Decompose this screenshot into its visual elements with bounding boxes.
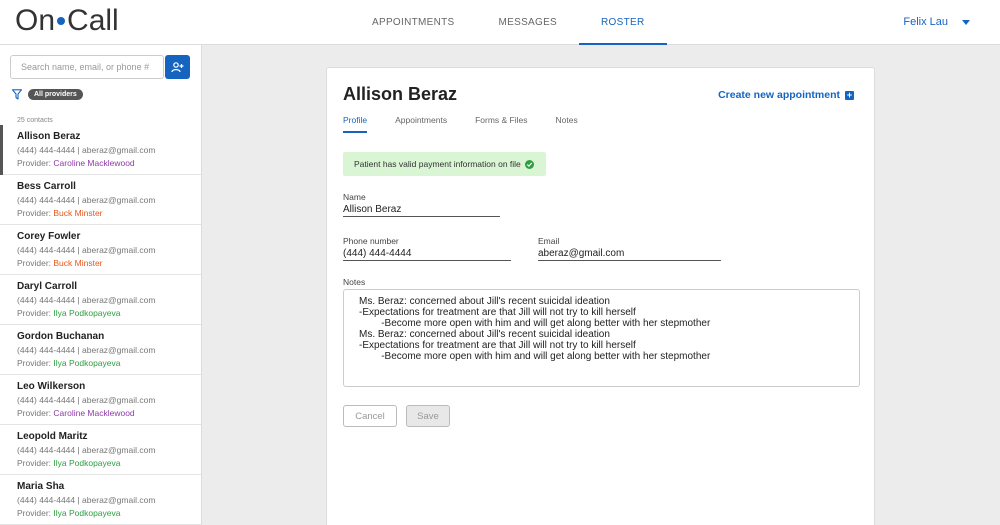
- contact-provider: Provider: Ilya Podkopayeva: [17, 457, 201, 469]
- save-button[interactable]: Save: [406, 405, 450, 427]
- contact-provider: Provider: Buck Minster: [17, 207, 201, 219]
- contact-provider: Provider: Buck Minster: [17, 257, 201, 269]
- add-contact-button[interactable]: [165, 55, 190, 79]
- contact-provider: Provider: Ilya Podkopayeva: [17, 307, 201, 319]
- contact-info: (444) 444-4444 | aberaz@gmail.com: [17, 295, 156, 305]
- provider-prefix: Provider:: [17, 158, 52, 168]
- contacts-sidebar: All providers 25 contacts Allison Beraz (…: [0, 45, 202, 525]
- contact-name: Leopold Maritz: [17, 431, 88, 442]
- contact-list-item[interactable]: Maria Sha (444) 444-4444 | aberaz@gmail.c…: [0, 475, 201, 525]
- contact-info: (444) 444-4444 | aberaz@gmail.com: [17, 145, 156, 155]
- contact-name: Corey Fowler: [17, 231, 81, 242]
- filter-icon[interactable]: [12, 89, 22, 100]
- contact-info: (444) 444-4444 | aberaz@gmail.com: [17, 445, 156, 455]
- contact-provider: Provider: Caroline Macklewood: [17, 157, 201, 169]
- contact-list-item[interactable]: Corey Fowler (444) 444-4444 | aberaz@gmai…: [0, 225, 201, 275]
- provider-name: Caroline Macklewood: [53, 408, 135, 418]
- nav-tab-messages[interactable]: MESSAGES: [477, 0, 580, 45]
- contact-provider: Provider: Ilya Podkopayeva: [17, 507, 201, 519]
- filter-row: All providers: [12, 89, 83, 100]
- contact-list-item[interactable]: Bess Carroll (444) 444-4444 | aberaz@gmai…: [0, 175, 201, 225]
- payment-status-alert: Patient has valid payment information on…: [343, 152, 546, 176]
- create-appointment-label: Create new appointment: [718, 89, 840, 101]
- check-circle-icon: [524, 159, 534, 169]
- provider-name: Ilya Podkopayeva: [53, 308, 121, 318]
- patient-profile-card: Allison Beraz Create new appointment + P…: [326, 67, 875, 525]
- logo-dot-icon: [57, 17, 66, 25]
- main-nav: APPOINTMENTS MESSAGES ROSTER: [350, 0, 667, 45]
- nav-tab-appointments[interactable]: APPOINTMENTS: [350, 0, 477, 45]
- cancel-button[interactable]: Cancel: [343, 405, 397, 427]
- contact-info: (444) 444-4444 | aberaz@gmail.com: [17, 245, 156, 255]
- tab-notes[interactable]: Notes: [556, 115, 578, 133]
- phone-field[interactable]: (444) 444-4444: [343, 248, 511, 261]
- provider-name: Buck Minster: [53, 208, 103, 218]
- phone-label: Phone number: [343, 236, 399, 246]
- name-label: Name: [343, 192, 366, 202]
- provider-prefix: Provider:: [17, 358, 52, 368]
- contact-info: (444) 444-4444 | aberaz@gmail.com: [17, 495, 156, 505]
- contact-list-item[interactable]: Daryl Carroll (444) 444-4444 | aberaz@gma…: [0, 275, 201, 325]
- nav-tab-roster[interactable]: ROSTER: [579, 0, 667, 45]
- search-bar: [10, 55, 190, 79]
- logo-text-left: On: [15, 4, 56, 37]
- contact-name: Daryl Carroll: [17, 281, 78, 292]
- provider-prefix: Provider:: [17, 208, 52, 218]
- provider-name: Ilya Podkopayeva: [53, 458, 121, 468]
- email-label: Email: [538, 236, 560, 246]
- user-menu[interactable]: Felix Lau: [903, 0, 970, 45]
- provider-filter-badge[interactable]: All providers: [28, 89, 83, 100]
- contact-name: Maria Sha: [17, 481, 65, 492]
- top-bar: On Call APPOINTMENTS MESSAGES ROSTER Feli…: [0, 0, 1000, 45]
- provider-prefix: Provider:: [17, 308, 52, 318]
- contact-info: (444) 444-4444 | aberaz@gmail.com: [17, 395, 156, 405]
- add-user-icon: [171, 61, 184, 72]
- contact-name: Leo Wilkerson: [17, 381, 86, 392]
- contact-name: Gordon Buchanan: [17, 331, 105, 342]
- tab-appointments[interactable]: Appointments: [395, 115, 447, 133]
- name-field[interactable]: Allison Beraz: [343, 204, 500, 217]
- contact-info: (444) 444-4444 | aberaz@gmail.com: [17, 345, 156, 355]
- contact-provider: Provider: Ilya Podkopayeva: [17, 357, 201, 369]
- provider-prefix: Provider:: [17, 258, 52, 268]
- contact-list: Allison Beraz (444) 444-4444 | aberaz@gma…: [0, 125, 201, 525]
- tab-profile[interactable]: Profile: [343, 115, 368, 133]
- user-name: Felix Lau: [903, 16, 948, 28]
- profile-tabs: Profile Appointments Forms & Files Notes: [343, 115, 606, 133]
- contact-list-item[interactable]: Leo Wilkerson (444) 444-4444 | aberaz@gma…: [0, 375, 201, 425]
- notes-label: Notes: [343, 277, 366, 287]
- logo-text-right: Call: [67, 4, 119, 37]
- patient-name-heading: Allison Beraz: [343, 84, 458, 104]
- email-field[interactable]: aberaz@gmail.com: [538, 248, 721, 261]
- provider-prefix: Provider:: [17, 458, 52, 468]
- search-input[interactable]: [10, 55, 164, 79]
- caret-down-icon: [962, 20, 970, 25]
- contact-name: Allison Beraz: [17, 131, 81, 142]
- provider-name: Caroline Macklewood: [53, 158, 135, 168]
- create-appointment-button[interactable]: Create new appointment +: [718, 89, 854, 101]
- contact-list-item[interactable]: Allison Beraz (444) 444-4444 | aberaz@gma…: [0, 125, 201, 175]
- plus-square-icon: +: [845, 89, 854, 100]
- provider-prefix: Provider:: [17, 408, 52, 418]
- provider-name: Ilya Podkopayeva: [53, 508, 121, 518]
- contact-count: 25 contacts: [17, 117, 53, 124]
- contact-list-item[interactable]: Gordon Buchanan (444) 444-4444 | aberaz@g…: [0, 325, 201, 375]
- provider-prefix: Provider:: [17, 508, 52, 518]
- app-logo[interactable]: On Call: [15, 4, 119, 38]
- tab-forms-files[interactable]: Forms & Files: [475, 115, 527, 133]
- contact-info: (444) 444-4444 | aberaz@gmail.com: [17, 195, 156, 205]
- contact-list-item[interactable]: Leopold Maritz (444) 444-4444 | aberaz@gm…: [0, 425, 201, 475]
- notes-textarea[interactable]: Ms. Beraz: concerned about Jill's recent…: [343, 289, 860, 387]
- provider-name: Buck Minster: [53, 258, 103, 268]
- contact-name: Bess Carroll: [17, 181, 76, 192]
- contact-provider: Provider: Caroline Macklewood: [17, 407, 201, 419]
- payment-status-text: Patient has valid payment information on…: [354, 159, 521, 169]
- provider-name: Ilya Podkopayeva: [53, 358, 121, 368]
